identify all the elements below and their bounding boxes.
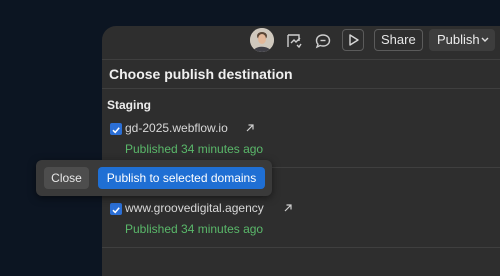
share-button[interactable]: Share bbox=[374, 29, 423, 51]
staging-section-title: Staging bbox=[107, 98, 151, 112]
external-link-icon[interactable] bbox=[283, 203, 293, 213]
checkmark-icon bbox=[112, 207, 120, 214]
publish-button-label: Publish bbox=[437, 32, 480, 47]
publish-selected-domains-button[interactable]: Publish to selected domains bbox=[98, 167, 265, 189]
panel-title: Choose publish destination bbox=[109, 66, 293, 82]
staging-domain-name: gd-2025.webflow.io bbox=[125, 121, 228, 135]
checkmark-icon bbox=[112, 127, 120, 134]
staging-domain-checkbox[interactable] bbox=[110, 123, 122, 135]
production-domain-checkbox[interactable] bbox=[110, 203, 122, 215]
publish-window: Share Publish Choose publish destination… bbox=[102, 26, 500, 276]
close-button[interactable]: Close bbox=[44, 167, 89, 189]
staging-domain-row: gd-2025.webflow.io bbox=[110, 121, 310, 137]
production-domain-name: www.groovedigital.agency bbox=[125, 201, 264, 215]
user-avatar[interactable] bbox=[250, 28, 274, 52]
preview-button[interactable] bbox=[342, 29, 364, 51]
staging-publish-status: Published 34 minutes ago bbox=[125, 142, 264, 156]
comment-bubble-icon[interactable] bbox=[314, 32, 332, 50]
play-icon bbox=[349, 34, 359, 46]
comments-mode-icon[interactable] bbox=[285, 32, 303, 50]
top-toolbar: Share Publish bbox=[102, 26, 500, 58]
publish-confirm-toast: Close Publish to selected domains bbox=[36, 160, 272, 196]
external-link-icon[interactable] bbox=[245, 123, 255, 133]
publish-button[interactable]: Publish bbox=[429, 29, 495, 51]
title-divider bbox=[102, 88, 500, 89]
production-publish-status: Published 34 minutes ago bbox=[125, 222, 264, 236]
chevron-down-icon bbox=[481, 37, 489, 42]
production-domain-row: www.groovedigital.agency bbox=[110, 201, 330, 217]
bottom-divider bbox=[102, 247, 500, 248]
header-divider bbox=[102, 59, 500, 60]
